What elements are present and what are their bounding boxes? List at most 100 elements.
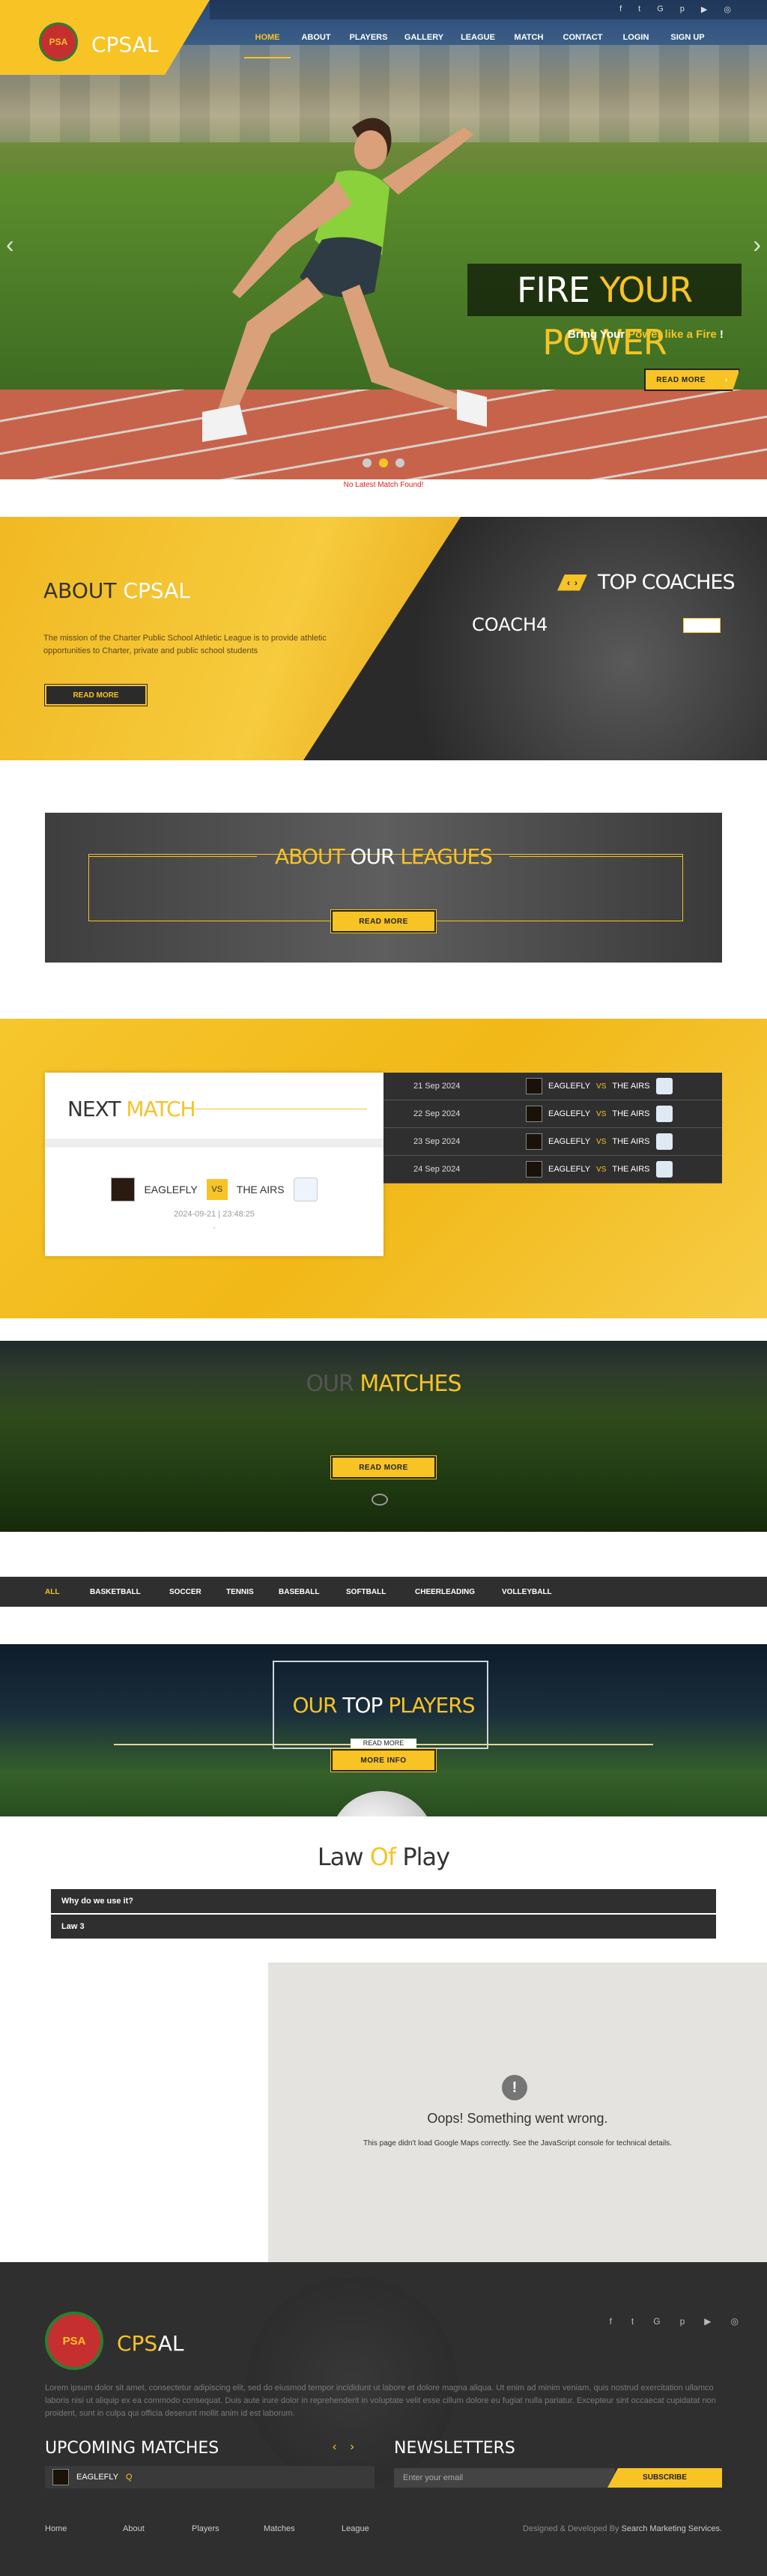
social-links: f t Gp ▶ ◎ — [619, 4, 731, 14]
slider-dot[interactable] — [395, 458, 404, 467]
nav-gallery[interactable]: GALLERY — [395, 27, 452, 58]
filter-cheerleading[interactable]: CHEERLEADING — [415, 1588, 502, 1596]
nav-players[interactable]: PLAYERS — [342, 27, 395, 58]
matches-title-a: OUR — [306, 1371, 360, 1397]
schedule-row[interactable]: 24 Sep 2024 EAGLEFLY VS THE AIRS — [384, 1156, 722, 1184]
top-bar: f t Gp ▶ ◎ — [210, 0, 767, 19]
filter-tennis[interactable]: TENNIS — [226, 1588, 279, 1596]
slider-dot[interactable] — [363, 458, 372, 467]
team-logo — [293, 1178, 318, 1201]
team-logo — [111, 1178, 136, 1201]
footer-link-players[interactable]: Players — [192, 2524, 264, 2533]
pinterest-icon[interactable]: p — [680, 4, 685, 14]
footer-name-b: AL — [157, 2331, 184, 2356]
chevron-right-icon[interactable]: › — [350, 2440, 354, 2454]
team-name[interactable]: EAGLEFLY — [144, 1184, 197, 1195]
nav-login[interactable]: LOGIN — [611, 27, 661, 58]
filter-basketball[interactable]: BASKETBALL — [90, 1588, 169, 1596]
players-more-info-button[interactable]: MORE INFO — [330, 1748, 437, 1772]
nav-league[interactable]: LEAGUE — [452, 27, 503, 58]
players-read-more-button[interactable]: READ MORE — [351, 1739, 416, 1748]
youtube-icon[interactable]: ▶ — [701, 4, 707, 14]
about-title-a: ABOUT — [43, 578, 124, 603]
filter-softball[interactable]: SOFTBALL — [346, 1588, 415, 1596]
hero-read-more-label: READ MORE — [656, 375, 706, 384]
team-logo — [655, 1133, 673, 1150]
law-accordion-item[interactable]: Why do we use it? — [51, 1889, 716, 1913]
hero-sub-c: ! — [716, 328, 724, 341]
about-read-more-button[interactable]: READ MORE — [44, 684, 148, 706]
facebook-icon[interactable]: f — [619, 4, 622, 14]
coach-name[interactable]: COACH4 — [472, 614, 548, 635]
upcoming-match-row[interactable]: EAGLEFLY Q — [45, 2466, 375, 2488]
site-name[interactable]: CPSAL — [91, 32, 158, 57]
chevron-right-icon[interactable]: › — [575, 578, 577, 588]
slider-next-icon[interactable]: › — [753, 231, 761, 258]
footer-link-matches[interactable]: Matches — [264, 2524, 342, 2533]
vs-label: Q — [126, 2473, 133, 2482]
leagues-title-b: OUR — [350, 844, 401, 869]
leagues-title-a: ABOUT — [275, 844, 351, 869]
team-name: EAGLEFLY — [548, 1165, 591, 1174]
matches-read-more-button[interactable]: READ MORE — [330, 1455, 437, 1479]
footer-credit: Designed & Developed By Search Marketing… — [523, 2524, 722, 2533]
no-match-message: No Latest Match Found! — [343, 481, 424, 489]
google-icon[interactable]: G — [653, 2316, 660, 2327]
nav-match[interactable]: MATCH — [503, 27, 554, 58]
nav-contact[interactable]: CONTACT — [554, 27, 611, 58]
vs-badge: VS — [206, 1179, 228, 1200]
logo[interactable]: PSA — [39, 22, 78, 61]
hero-sub-a: Bring Your — [568, 328, 628, 341]
footer-link-about[interactable]: About — [123, 2524, 192, 2533]
filter-all[interactable]: ALL — [45, 1588, 90, 1596]
next-match-title-b: MATCH — [126, 1097, 195, 1121]
team-name[interactable]: THE AIRS — [237, 1184, 285, 1195]
about-section: ABOUT CPSAL The mission of the Charter P… — [0, 517, 767, 760]
law-accordion-item[interactable]: Law 3 — [51, 1915, 716, 1939]
about-title-b: CPSAL — [123, 578, 190, 603]
footer-logo-mark: PSA — [62, 2334, 86, 2348]
twitter-icon[interactable]: t — [631, 2316, 634, 2327]
footer-logo[interactable]: PSA — [45, 2312, 103, 2370]
slider-dots — [363, 458, 404, 467]
nav-about[interactable]: ABOUT — [291, 27, 342, 58]
map-embed[interactable]: ! Oops! Something went wrong. This page … — [268, 1963, 767, 2262]
nav-home[interactable]: HOME — [244, 27, 291, 58]
footer-nav: Home About Players Matches League — [45, 2524, 401, 2533]
filter-volleyball[interactable]: VOLLEYBALL — [502, 1588, 577, 1596]
hero-sub-b: Power like a Fire — [628, 328, 717, 341]
team-logo — [526, 1161, 542, 1178]
footer: PSA CPSAL f t Gp ▶ ◎ Lorem ipsum dolor sit a… — [0, 2262, 767, 2576]
filter-soccer[interactable]: SOCCER — [169, 1588, 226, 1596]
leagues-read-more-button[interactable]: READ MORE — [330, 909, 437, 933]
footer-link-home[interactable]: Home — [45, 2524, 123, 2533]
chevron-left-icon[interactable]: ‹ — [333, 2440, 336, 2454]
filter-baseball[interactable]: BASEBALL — [279, 1588, 346, 1596]
chevron-left-icon[interactable]: ‹ — [567, 578, 570, 588]
coach-image[interactable] — [683, 618, 721, 633]
warning-icon: ! — [502, 2075, 527, 2100]
slider-prev-icon[interactable]: ‹ — [6, 231, 14, 258]
instagram-icon[interactable]: ◎ — [731, 2316, 739, 2327]
footer-link-league[interactable]: League — [342, 2524, 401, 2533]
facebook-icon[interactable]: f — [610, 2316, 612, 2327]
schedule-row[interactable]: 21 Sep 2024 EAGLEFLY VS THE AIRS — [384, 1073, 722, 1100]
nav-sign-up[interactable]: SIGN UP — [661, 27, 715, 58]
vs-label: VS — [596, 1082, 607, 1091]
map-error-text: This page didn't load Google Maps correc… — [363, 2139, 672, 2148]
google-icon[interactable]: G — [657, 4, 664, 14]
youtube-icon[interactable]: ▶ — [704, 2316, 711, 2327]
players-title-b: TOP — [342, 1693, 389, 1718]
instagram-icon[interactable]: ◎ — [724, 4, 731, 14]
schedule-row[interactable]: 23 Sep 2024 EAGLEFLY VS THE AIRS — [384, 1128, 722, 1156]
upcoming-matches-title: UPCOMING MATCHES — [45, 2439, 219, 2458]
newsletter-title: NEWSLETTERS — [394, 2439, 515, 2458]
slider-dot-active[interactable] — [379, 458, 388, 467]
email-input[interactable]: Enter your email — [394, 2468, 615, 2488]
match-teams: EAGLEFLY VS THE AIRS — [526, 1078, 673, 1094]
subscribe-button[interactable]: SUBSCRIBE — [607, 2468, 722, 2488]
twitter-icon[interactable]: t — [638, 4, 640, 14]
schedule-row[interactable]: 22 Sep 2024 EAGLEFLY VS THE AIRS — [384, 1100, 722, 1128]
pinterest-icon[interactable]: p — [680, 2316, 685, 2327]
hero-read-more-button[interactable]: READ MORE › — [644, 369, 740, 391]
